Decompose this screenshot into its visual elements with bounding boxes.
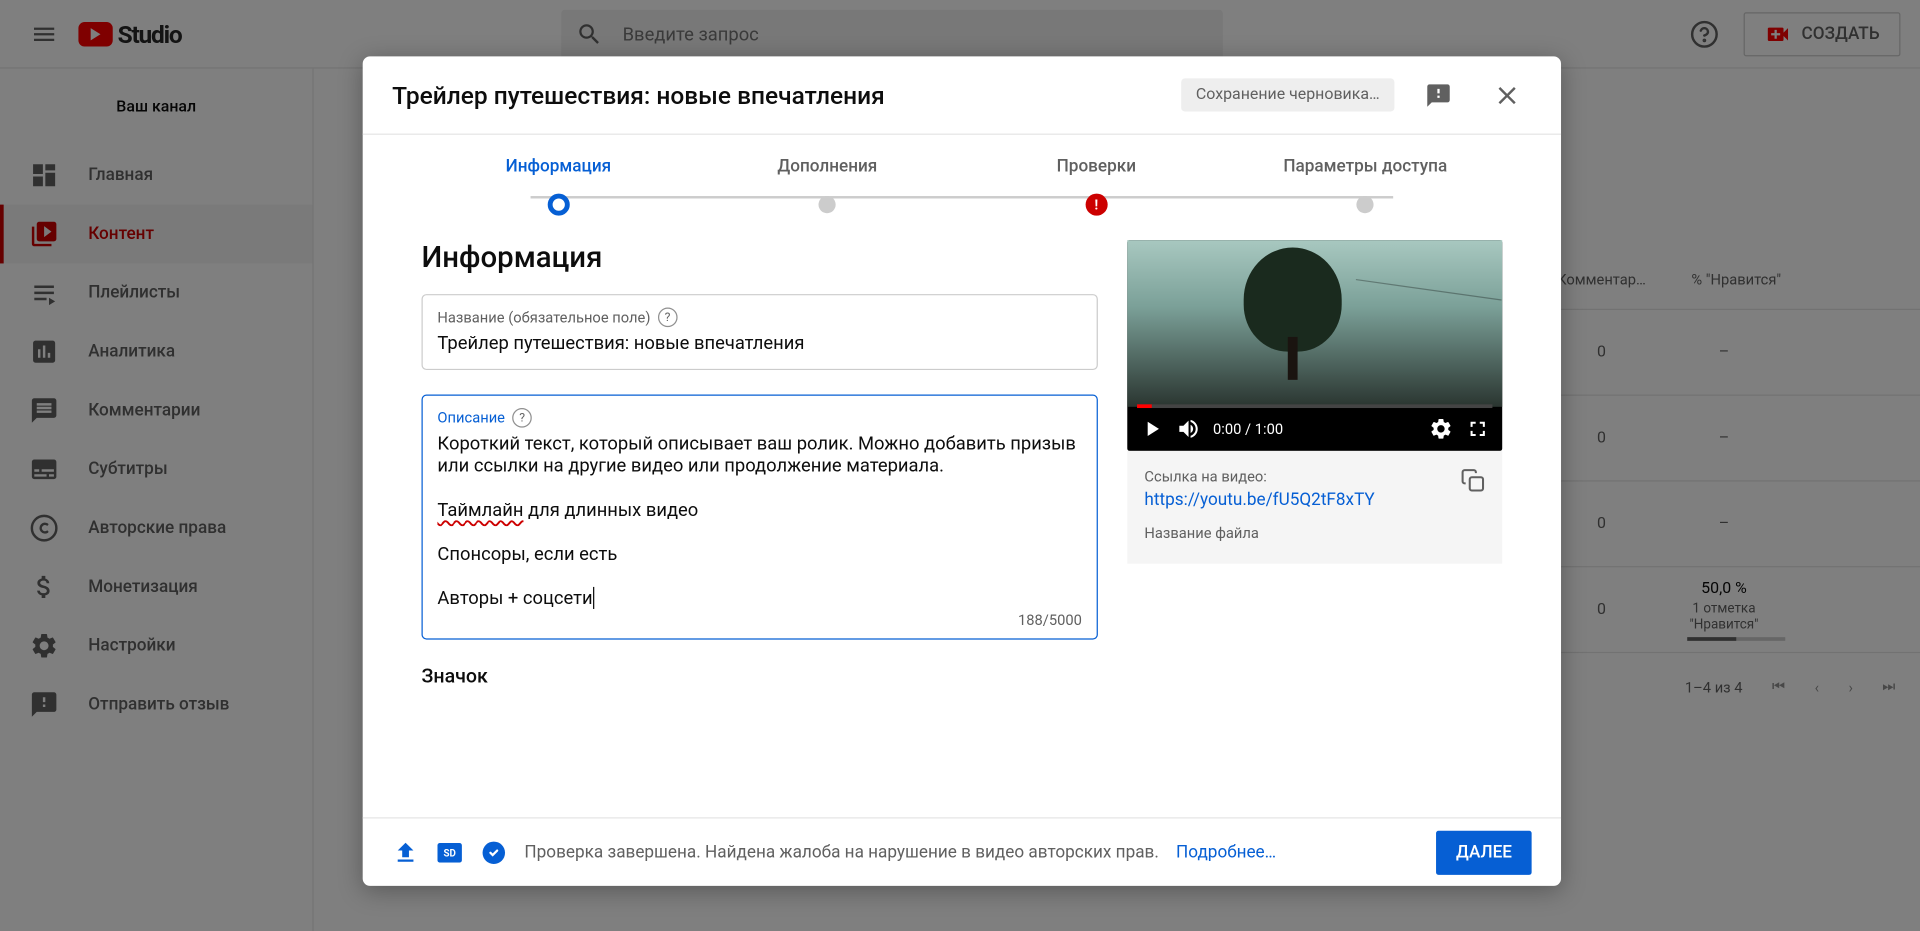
feedback-icon [1425, 81, 1452, 108]
filename-label: Название файла [1144, 524, 1485, 541]
upload-status-icon [392, 839, 419, 866]
check-circle-icon [480, 839, 507, 866]
modal-feedback-button[interactable] [1414, 70, 1463, 119]
step-dot [1357, 196, 1374, 213]
svg-text:SD: SD [443, 848, 455, 859]
video-preview: 0:00 / 1:00 [1127, 240, 1502, 451]
modal-title: Трейлер путешествия: новые впечатления [392, 80, 1162, 109]
title-field-label: Название (обязательное поле) [437, 309, 650, 326]
step-details[interactable]: Информация [424, 157, 693, 216]
saving-status-badge: Сохранение черновика… [1181, 78, 1394, 111]
step-dot [819, 196, 836, 213]
footer-more-link[interactable]: Подробнее… [1176, 842, 1276, 862]
title-input[interactable]: Трейлер путешествия: новые впечатления [437, 332, 1082, 357]
fullscreen-icon[interactable] [1465, 417, 1490, 442]
volume-icon[interactable] [1176, 417, 1201, 442]
description-help-button[interactable]: ? [512, 408, 532, 428]
step-elements[interactable]: Дополнения [693, 157, 962, 213]
title-field[interactable]: Название (обязательное поле) ? Трейлер п… [422, 294, 1098, 370]
upload-stepper: Информация Дополнения Проверки Параметры… [363, 135, 1561, 221]
step-checks[interactable]: Проверки [962, 157, 1231, 216]
video-progress-bar[interactable] [1137, 404, 1492, 408]
upload-icon [392, 839, 419, 866]
upload-modal: Трейлер путешествия: новые впечатления С… [363, 56, 1561, 886]
video-info-panel: Ссылка на видео: https://youtu.be/fU5Q2t… [1127, 451, 1502, 564]
description-counter: 188/5000 [1018, 611, 1082, 628]
description-field[interactable]: Описание ? Короткий текст, который описы… [422, 395, 1098, 640]
title-help-button[interactable]: ? [658, 308, 678, 328]
modal-close-button[interactable] [1483, 70, 1532, 119]
description-input[interactable]: Короткий текст, который описывает ваш ро… [437, 433, 1082, 609]
description-field-label: Описание [437, 409, 505, 426]
step-dot-active [547, 194, 569, 216]
next-button[interactable]: ДАЛЕЕ [1436, 830, 1531, 874]
copy-link-button[interactable] [1461, 468, 1486, 497]
modal-header: Трейлер путешествия: новые впечатления С… [363, 56, 1561, 134]
sd-icon: SD [437, 842, 462, 862]
thumbnail-heading: Значок [422, 664, 1098, 687]
copy-icon [1461, 468, 1486, 493]
step-dot-error [1085, 194, 1107, 216]
modal-footer: SD Проверка завершена. Найдена жалоба на… [363, 817, 1561, 886]
video-thumbnail[interactable] [1127, 240, 1502, 407]
link-label: Ссылка на видео: [1144, 468, 1374, 485]
video-link[interactable]: https://youtu.be/fU5Q2tF8xTY [1144, 490, 1374, 510]
video-controls: 0:00 / 1:00 [1127, 407, 1502, 451]
section-heading: Информация [422, 240, 1098, 274]
play-icon[interactable] [1140, 417, 1165, 442]
step-visibility[interactable]: Параметры доступа [1231, 157, 1500, 213]
video-time: 0:00 / 1:00 [1213, 420, 1283, 437]
settings-icon[interactable] [1429, 417, 1454, 442]
sd-status-icon: SD [436, 839, 463, 866]
check-complete-icon [480, 839, 507, 866]
footer-check-text: Проверка завершена. Найдена жалоба на на… [524, 842, 1158, 862]
close-icon [1492, 80, 1521, 109]
